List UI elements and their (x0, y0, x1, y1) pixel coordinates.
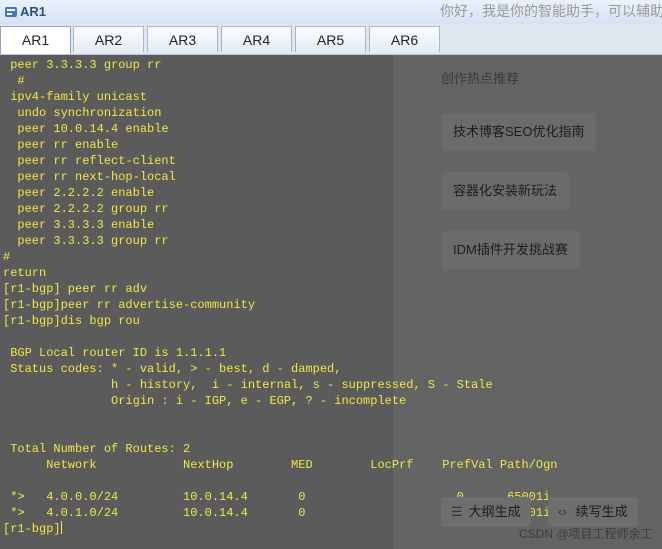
text-cursor (60, 521, 62, 534)
terminal-line: ipv4-family unicast (3, 90, 148, 104)
terminal-prompt: [r1-bgp] (3, 522, 61, 536)
outline-generate-label: 大纲生成 (468, 504, 521, 519)
terminal-output: peer 3.3.3.3 group rr # ipv4-family unic… (3, 57, 558, 537)
list-icon: ☰ (451, 504, 463, 519)
terminal-line: peer 2.2.2.2 group rr (3, 202, 169, 216)
terminal-line: Total Number of Routes: 2 (3, 442, 191, 456)
terminal-line: peer rr next-hop-local (3, 170, 176, 184)
terminal-line: peer 3.3.3.3 enable (3, 218, 155, 232)
terminal-line: return (3, 266, 47, 280)
terminal-line: h - history, i - internal, s - suppresse… (3, 378, 493, 392)
assistant-greeting: 你好，我是你的智能助手，可以辅助 (440, 3, 662, 19)
terminal-line: Network NextHop MED LocPrf PrefVal Path/… (3, 458, 558, 472)
terminal-line: # (3, 250, 11, 264)
device-tab-bar: AR1 AR2 AR3 AR4 AR5 AR6 (0, 24, 662, 55)
app-icon (5, 7, 17, 17)
terminal-line: Origin : i - IGP, e - EGP, ? - incomplet… (3, 394, 407, 408)
tab-ar5[interactable]: AR5 (295, 26, 366, 52)
terminal-line: peer rr enable (3, 138, 119, 152)
terminal-line: peer 3.3.3.3 group rr (3, 58, 162, 72)
title-bar: AR1 你好，我是你的智能助手，可以辅助 (0, 0, 662, 24)
terminal-line: peer 3.3.3.3 group rr (3, 234, 169, 248)
terminal-line: [r1-bgp]peer rr advertise-community (3, 298, 256, 312)
tab-ar6[interactable]: AR6 (369, 26, 440, 52)
csdn-watermark: CSDN @项目工程师余工 (519, 527, 653, 541)
terminal-line: undo synchronization (3, 106, 162, 120)
window-title: AR1 (20, 4, 47, 19)
tab-ar3[interactable]: AR3 (147, 26, 218, 52)
terminal-line: peer rr reflect-client (3, 154, 176, 168)
terminal-line: # (3, 74, 25, 88)
tab-ar1[interactable]: AR1 (0, 26, 71, 54)
terminal-line: [r1-bgp] peer rr adv (3, 282, 148, 296)
terminal-line: Status codes: * - valid, > - best, d - d… (3, 362, 342, 376)
terminal-line: [r1-bgp]dis bgp rou (3, 314, 140, 328)
terminal-line: peer 2.2.2.2 enable (3, 186, 155, 200)
tab-ar4[interactable]: AR4 (221, 26, 292, 52)
terminal-line: BGP Local router ID is 1.1.1.1 (3, 346, 227, 360)
tab-ar2[interactable]: AR2 (73, 26, 144, 52)
continue-generate-label: 续写生成 (575, 504, 628, 519)
expand-icon: ‹› (558, 504, 567, 519)
terminal-line: peer 10.0.14.4 enable (3, 122, 169, 136)
outline-generate-button[interactable]: ☰ 大纲生成 (441, 497, 531, 527)
continue-generate-button[interactable]: ‹› 续写生成 (548, 497, 638, 527)
